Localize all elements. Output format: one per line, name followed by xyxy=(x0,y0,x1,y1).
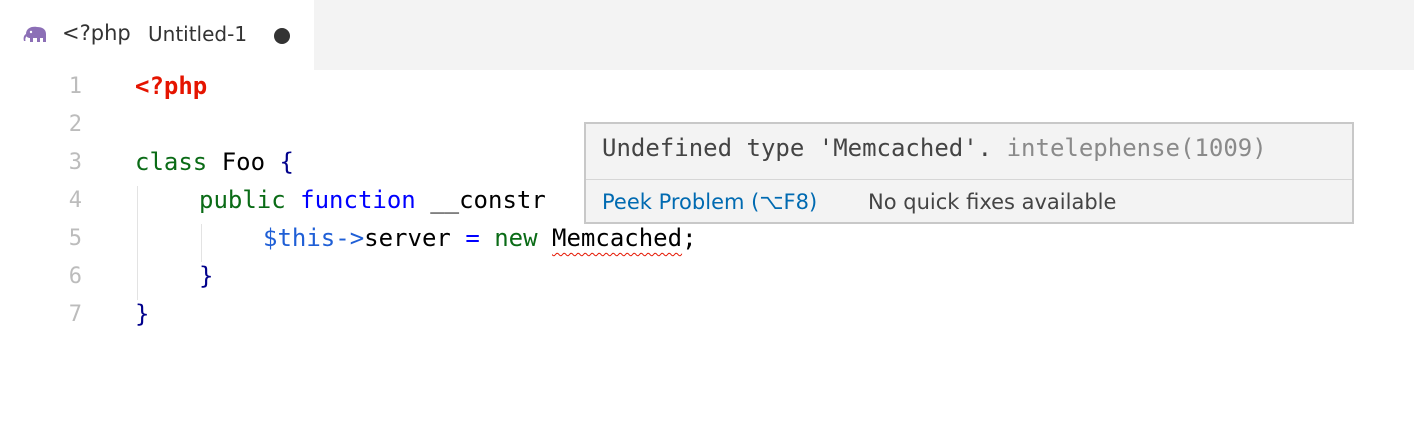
tab-filename: Untitled-1 xyxy=(148,22,248,46)
semicolon: ; xyxy=(682,224,697,252)
problem-message: Undefined type 'Memcached'. intelephense… xyxy=(602,134,1267,162)
brace: } xyxy=(135,300,150,328)
line-number: 1 xyxy=(68,74,82,99)
brace: { xyxy=(279,148,294,176)
tab-language-label: <?php xyxy=(62,21,131,45)
line-number: 7 xyxy=(68,302,82,327)
editor-tab-untitled-1[interactable]: <?php Untitled-1 xyxy=(0,0,314,70)
line-number: 4 xyxy=(68,188,82,213)
php-elephant-icon xyxy=(22,25,50,45)
php-open-tag: <?php xyxy=(135,72,208,100)
this-variable: $this-> xyxy=(263,224,365,252)
code-line-7[interactable]: 7 } xyxy=(0,298,1414,336)
unsaved-dot-icon[interactable] xyxy=(274,28,290,44)
undefined-type-memcached[interactable]: Memcached xyxy=(552,224,682,252)
tab-bar: <?php Untitled-1 xyxy=(0,0,1414,70)
line-number: 2 xyxy=(68,112,82,137)
line-number: 3 xyxy=(68,150,82,175)
peek-problem-link[interactable]: Peek Problem (⌥F8) xyxy=(602,190,817,214)
keyword-class: class xyxy=(135,148,208,176)
code-line-1[interactable]: 1 <?php xyxy=(0,70,1414,108)
line-number: 5 xyxy=(68,226,82,251)
assign-operator: = xyxy=(465,224,480,252)
problem-text: Undefined type 'Memcached'. xyxy=(602,134,993,162)
hover-divider xyxy=(586,179,1352,180)
property-name: server xyxy=(364,224,466,252)
class-name: Foo xyxy=(207,148,280,176)
code-line-6[interactable]: 6 } xyxy=(0,260,1414,298)
brace: } xyxy=(199,262,214,290)
no-quick-fixes-label: No quick fixes available xyxy=(868,190,1117,214)
line-number: 6 xyxy=(68,264,82,289)
keyword-public: public xyxy=(199,186,286,214)
method-name: __constr xyxy=(415,186,546,214)
keyword-function: function xyxy=(300,186,416,214)
problem-source: intelephense(1009) xyxy=(1006,134,1267,162)
code-line-5[interactable]: 5 $this->server = new Memcached; xyxy=(0,222,1414,260)
keyword-new: new xyxy=(479,224,553,252)
hover-problem-widget: Undefined type 'Memcached'. intelephense… xyxy=(584,122,1354,224)
